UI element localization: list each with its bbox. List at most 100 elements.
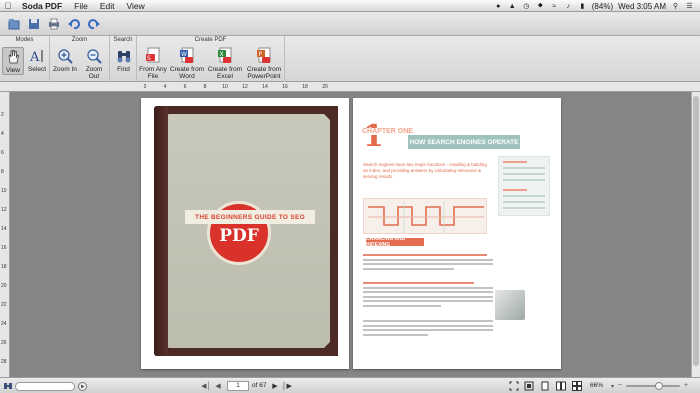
binoculars-icon[interactable] (3, 381, 13, 391)
status-area: ● ▲ ◷ ⬥ ≈ ♪ ▮ (84%) Wed 3:05 AM ⚲ ☰ (494, 0, 694, 12)
battery-percent: (84%) (591, 1, 614, 11)
shield-icon[interactable]: ▲ (508, 2, 517, 10)
vertical-scrollbar[interactable] (691, 92, 700, 377)
redo-icon[interactable] (88, 18, 100, 30)
svg-text:W: W (181, 51, 187, 58)
zoom-slider-track[interactable] (626, 385, 680, 387)
cover-title-banner: THE BEGINNERS GUIDE TO SEO (185, 210, 315, 224)
zoom-group-title: Zoom (71, 37, 88, 43)
last-page-icon[interactable]: │▶ (282, 381, 292, 391)
quick-toolbar (0, 12, 700, 36)
print-icon[interactable] (48, 18, 60, 30)
powerpoint-to-pdf-icon: P (255, 47, 273, 65)
wifi-icon[interactable]: ≈ (550, 2, 559, 10)
zoom-group: Zoom Zoom In Zoom Out (50, 36, 110, 82)
search-input[interactable] (15, 382, 75, 391)
previous-page-icon[interactable]: ◀ (214, 381, 222, 391)
volume-icon[interactable]: ♪ (564, 2, 573, 10)
zoom-slider-knob[interactable] (655, 382, 664, 390)
ruler-tick: 4 (1, 131, 4, 137)
ruler-tick: 8 (203, 84, 207, 90)
modes-group: Modes View A Select (0, 36, 50, 82)
create-from-excel-label: Create from Excel (207, 66, 243, 80)
select-mode-button[interactable]: A Select (26, 47, 48, 73)
ruler-tick: 26 (1, 340, 7, 346)
word-to-pdf-icon: W (178, 47, 196, 65)
zoom-slider[interactable]: − + (617, 380, 689, 390)
zoom-out-button[interactable]: Zoom Out (80, 47, 108, 80)
ruler-tick: 12 (242, 84, 248, 90)
two-page-icon[interactable] (555, 381, 566, 391)
hand-icon (4, 48, 22, 66)
undo-icon[interactable] (68, 18, 80, 30)
ruler-tick: 10 (1, 188, 7, 194)
zoom-out-small-icon[interactable]: − (617, 380, 623, 390)
zoom-in-button[interactable]: Zoom In (52, 47, 78, 73)
fit-page-icon[interactable] (508, 381, 519, 391)
server-illustration (495, 290, 525, 320)
find-label: Find (117, 66, 130, 73)
app-menu[interactable]: Soda PDF (16, 1, 68, 11)
ruler-tick: 16 (282, 84, 288, 90)
zoom-in-small-icon[interactable]: + (683, 380, 689, 390)
clock[interactable]: Wed 3:05 AM (618, 2, 666, 11)
paragraph-block (363, 254, 493, 272)
scrollbar-thumb[interactable] (693, 96, 699, 366)
document-viewport[interactable] (10, 92, 691, 377)
pdf-any-file-icon: S (144, 47, 162, 65)
create-from-word-button[interactable]: W Create from Word (169, 47, 205, 80)
file-menu[interactable]: File (68, 1, 94, 11)
zoom-percentage[interactable]: 66% (590, 382, 603, 389)
ruler-tick: 20 (322, 84, 328, 90)
find-button[interactable]: Find (112, 47, 135, 73)
zoom-dropdown-icon[interactable]: ▾ (608, 381, 617, 391)
text-select-icon: A (28, 47, 46, 65)
ruler-tick: 28 (1, 359, 7, 365)
ruler-tick: 14 (262, 84, 268, 90)
ruler-tick: 2 (143, 84, 147, 90)
single-page-icon[interactable] (539, 381, 550, 391)
svg-text:X: X (220, 51, 224, 58)
ruler-tick: 18 (302, 84, 308, 90)
create-from-excel-button[interactable]: X Create from Excel (207, 47, 243, 80)
time-machine-icon[interactable]: ◷ (522, 2, 531, 10)
from-any-file-button[interactable]: S From Any File (139, 47, 167, 80)
modes-group-title: Modes (15, 37, 34, 43)
bluetooth-icon[interactable]: ⬥ (536, 2, 545, 10)
search-go-icon[interactable] (77, 381, 87, 391)
ruler-tick: 18 (1, 264, 7, 270)
first-page-icon[interactable]: ◀│ (201, 381, 211, 391)
save-icon[interactable] (28, 18, 40, 30)
create-from-powerpoint-button[interactable]: P Create from PowerPoint (245, 47, 283, 80)
crawling-indexing-label: CRAWLING AND INDEXING (366, 236, 424, 248)
svg-text:A: A (29, 50, 40, 64)
view-mode-button[interactable]: View (2, 47, 24, 75)
continuous-page-icon[interactable] (571, 381, 582, 391)
ruler-tick: 10 (222, 84, 228, 90)
page-1[interactable]: PDF THE BEGINNERS GUIDE TO SEO (141, 98, 349, 369)
select-mode-label: Select (27, 66, 47, 73)
ruler-tick: 4 (163, 84, 167, 90)
horizontal-ruler: 2 4 6 8 10 12 14 16 18 20 (0, 82, 700, 92)
edit-menu[interactable]: Edit (94, 1, 121, 11)
sync-icon[interactable]: ● (494, 2, 503, 10)
actual-size-icon[interactable] (523, 381, 534, 391)
create-pdf-group-title: Create PDF (194, 37, 227, 43)
page-2[interactable]: 1 CHAPTER ONE HOW SEARCH ENGINES OPERATE… (353, 98, 561, 369)
battery-icon[interactable]: ▮ (578, 2, 587, 10)
chapter-intro: Search engines have two major functions … (363, 162, 487, 179)
seal-text: PDF (219, 226, 259, 246)
page-number-input[interactable]: 1 (227, 381, 249, 391)
view-menu[interactable]: View (121, 1, 151, 11)
search-group-title: Search (113, 37, 133, 43)
ruler-tick: 12 (1, 207, 7, 213)
next-page-icon[interactable]: ▶ (271, 381, 279, 391)
open-icon[interactable] (8, 18, 20, 30)
list-icon[interactable]: ☰ (685, 2, 694, 10)
book-spine (154, 106, 168, 356)
paragraph-block (363, 282, 493, 309)
chapter-title: HOW SEARCH ENGINES OPERATE (408, 135, 520, 149)
apple-icon[interactable]:  (0, 1, 16, 11)
ruler-tick: 24 (1, 321, 7, 327)
spotlight-icon[interactable]: ⚲ (671, 2, 680, 10)
